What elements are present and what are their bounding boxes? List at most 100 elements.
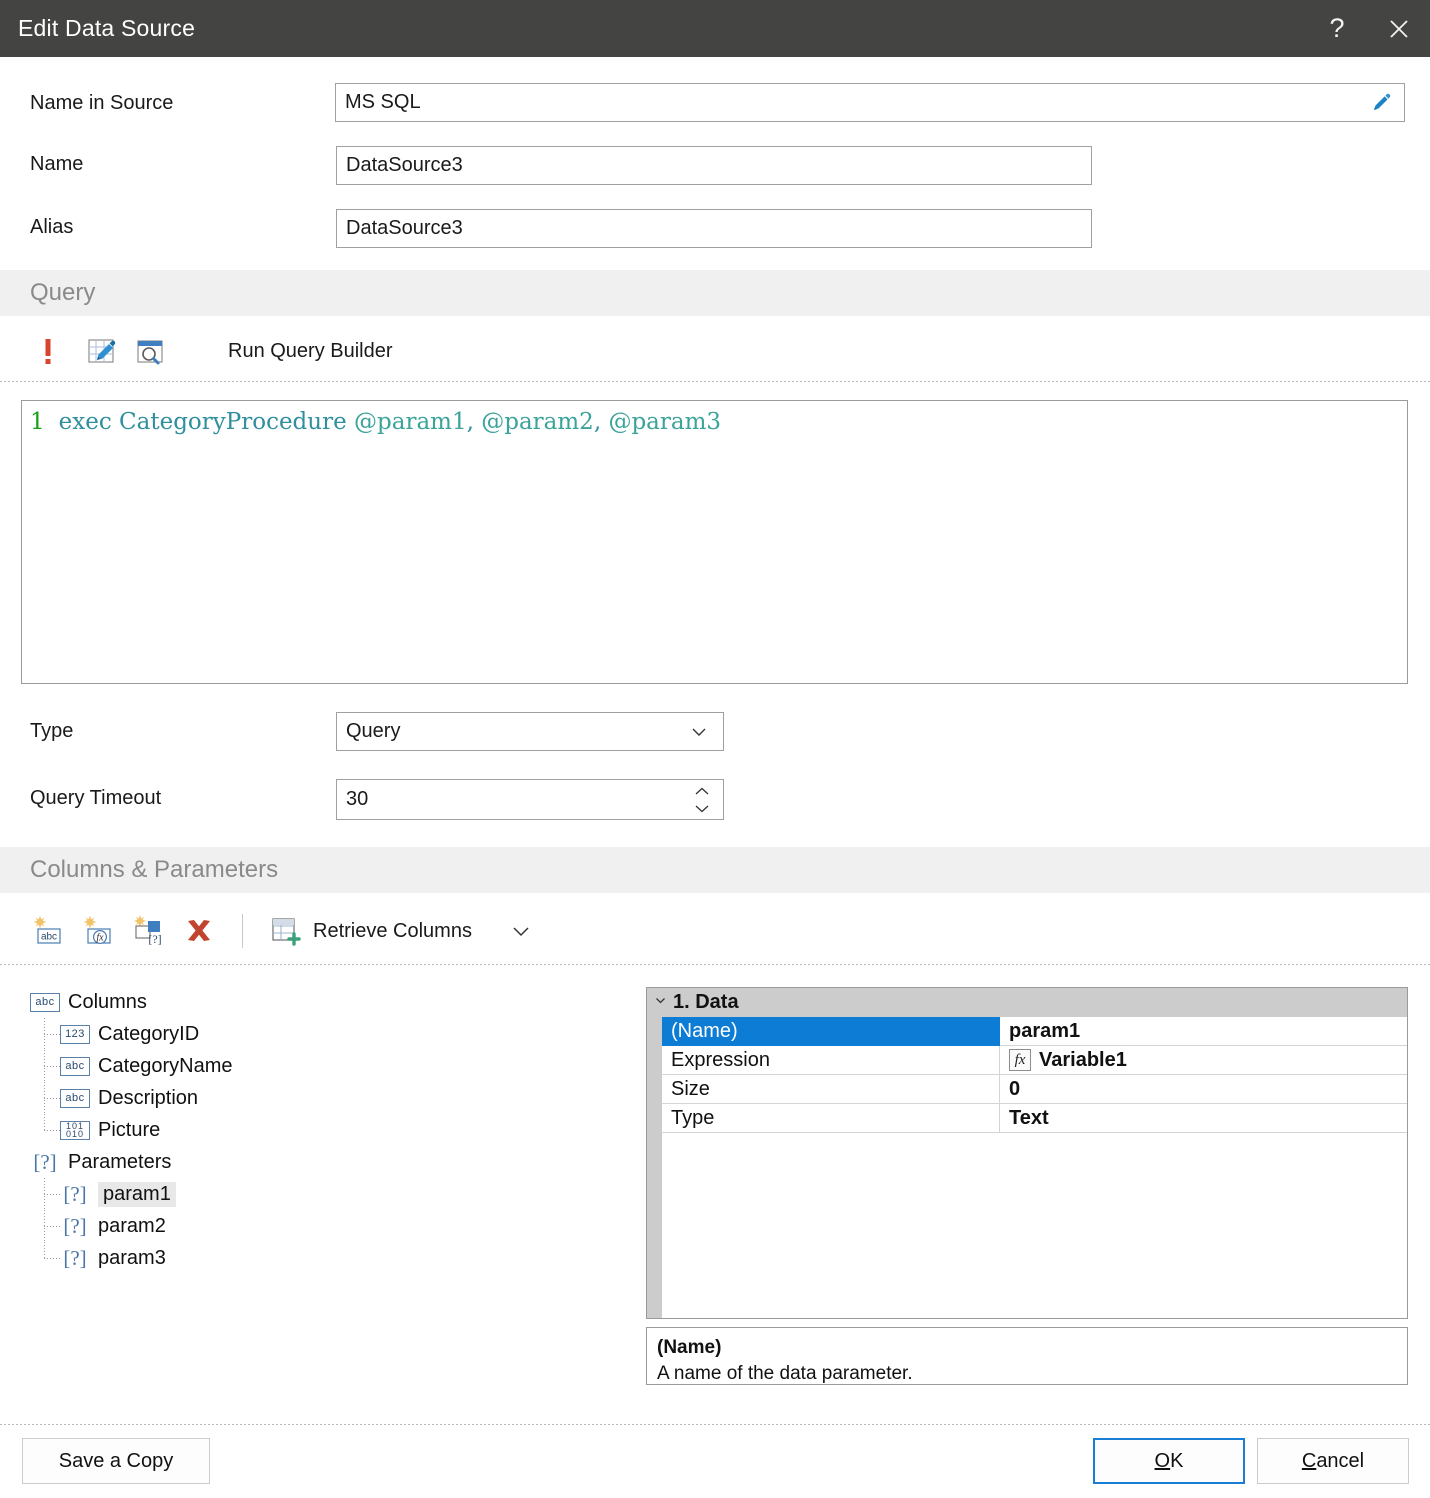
preview-query-icon [137,340,163,365]
sql-keywords: exec CategoryProcedure [58,409,355,435]
edit-query-button[interactable] [82,331,122,371]
query-timeout-stepper[interactable] [693,780,711,819]
stepper-up-button[interactable] [693,783,711,800]
tree-node-param2[interactable]: [?] param2 [30,1210,610,1242]
type-select[interactable]: Query [336,712,724,751]
tree-node-category-id[interactable]: 123 CategoryID [30,1018,610,1050]
number-icon: 123 [60,1024,90,1044]
tree-node-picture[interactable]: 101 010 Picture [30,1114,610,1146]
alias-label: Alias [30,216,74,238]
query-timeout-input[interactable]: 30 [336,779,724,820]
exclamation-icon [45,339,51,364]
query-timeout-label-row: Query Timeout [30,787,161,810]
tree-label: Columns [68,990,147,1013]
description-text: A name of the data parameter. [657,1362,913,1384]
type-chevron [689,722,709,742]
query-timeout-value: 30 [346,788,369,810]
help-button[interactable]: ? [1306,0,1368,57]
sql-param-1: @param1 [354,409,467,435]
tree-label: Description [98,1086,199,1109]
name-input[interactable]: DataSource3 [336,146,1092,185]
parameter-property-grid[interactable]: 1. Data (Name) param1 Expression fx Vari… [646,987,1408,1319]
property-value[interactable]: 0 [1000,1075,1407,1104]
sql-query-line: 1 exec CategoryProcedure @param1, @param… [22,401,1407,435]
property-value[interactable]: Text [1000,1104,1407,1133]
sql-param-3: @param3 [608,409,722,435]
tree-node-param1[interactable]: [?] param1 [30,1178,610,1210]
svg-text:[?]: [?] [148,932,161,946]
window-title: Edit Data Source [18,15,196,41]
parameter-icon: [?] [63,1245,87,1270]
pencil-icon [1374,93,1391,110]
name-in-source-label-row: Name in Source [30,92,173,115]
name-label: Name [30,153,84,175]
toolbar-separator [242,914,243,948]
new-parameter-button[interactable]: [?] [126,910,168,952]
footer-divider [0,1424,1430,1425]
tree-connector [30,1050,60,1082]
columns-parameters-tree[interactable]: abc Columns 123 CategoryID abc CategoryN… [30,986,610,1274]
query-toolbar: Run Query Builder [0,323,1430,379]
property-value-wrapper[interactable]: fx Variable1 [1000,1046,1407,1075]
retrieve-columns-label[interactable]: Retrieve Columns [313,920,472,943]
tree-connector [30,1210,60,1242]
name-value: DataSource3 [346,154,463,176]
tree-label: CategoryName [98,1054,233,1077]
query-section-title: Query [30,279,96,306]
close-button[interactable] [1368,0,1430,57]
fx-icon[interactable]: fx [1009,1049,1031,1071]
save-a-copy-button[interactable]: Save a Copy [22,1438,210,1484]
property-row-size[interactable]: Size 0 [662,1074,1407,1104]
name-in-source-input[interactable]: MS SQL [335,83,1405,122]
tree-node-description[interactable]: abc Description [30,1082,610,1114]
tree-node-param3[interactable]: [?] param3 [30,1242,610,1274]
chevron-up-icon [695,787,709,794]
cancel-button[interactable]: Cancel [1257,1438,1409,1484]
abc-icon: abc [60,1088,90,1108]
property-row-name[interactable]: (Name) param1 [662,1016,1407,1046]
ok-button[interactable]: OK [1093,1438,1245,1484]
property-category-header[interactable]: 1. Data [647,988,1407,1017]
new-column-icon: abc [33,915,61,944]
parameter-icon: [?] [63,1181,87,1206]
name-label-row: Name [30,153,83,176]
retrieve-columns-dropdown[interactable] [504,914,538,948]
property-value[interactable]: param1 [1000,1017,1407,1046]
collapse-chevron-icon[interactable] [647,994,673,1011]
preview-query-button[interactable] [130,331,170,371]
run-query-builder-button[interactable]: Run Query Builder [228,340,393,363]
alias-input[interactable]: DataSource3 [336,209,1092,248]
tree-node-columns-root[interactable]: abc Columns [30,986,610,1018]
query-error-button[interactable] [28,331,68,371]
tree-label: param2 [98,1214,166,1237]
new-calculated-column-icon: fx [83,915,111,945]
new-calculated-column-button[interactable]: fx [76,910,118,952]
chevron-down-icon [513,927,529,937]
tree-node-category-name[interactable]: abc CategoryName [30,1050,610,1082]
sql-separator-2: , [593,409,609,435]
chevron-down-icon [695,805,709,812]
property-grid-rows: (Name) param1 Expression fx Variable1 Si… [662,1016,1407,1133]
stepper-down-button[interactable] [693,800,711,817]
type-value: Query [346,720,401,742]
description-title: (Name) [657,1337,722,1358]
delete-button[interactable] [178,910,220,952]
retrieve-columns-button[interactable] [265,911,305,951]
tree-node-parameters-root[interactable]: [?] Parameters [30,1146,610,1178]
type-label-row: Type [30,720,73,743]
sql-query-editor[interactable]: 1 exec CategoryProcedure @param1, @param… [21,400,1408,684]
new-column-button[interactable]: abc [26,910,68,952]
svg-text:abc: abc [41,932,57,943]
tree-connector [30,1018,60,1050]
type-label: Type [30,720,74,742]
cancel-label-rest: ancel [1316,1449,1365,1472]
parameter-icon: [?] [63,1213,87,1238]
alias-value: DataSource3 [346,217,463,239]
binary-icon: 101 010 [60,1120,90,1140]
name-in-source-edit-button[interactable] [1370,92,1392,114]
property-row-type[interactable]: Type Text [662,1103,1407,1133]
abc-icon: abc [30,992,60,1012]
property-row-expression[interactable]: Expression fx Variable1 [662,1045,1407,1075]
ok-label-rest: K [1170,1449,1184,1472]
title-bar-buttons: ? [1306,0,1430,57]
